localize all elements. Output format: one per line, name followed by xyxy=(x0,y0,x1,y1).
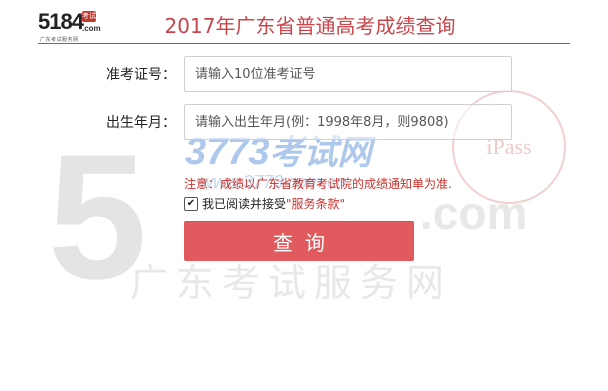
watermark-com: .com xyxy=(420,187,528,239)
site-logo[interactable]: 5184 考试 .com 广东考试服务网 xyxy=(38,10,104,44)
terms-link[interactable]: "服务条款" xyxy=(286,196,345,212)
exam-id-input[interactable] xyxy=(184,56,512,92)
watermark-5184: 5 xyxy=(48,117,147,316)
logo-badge: 考试 xyxy=(82,11,96,22)
page-title: 2017年广东省普通高考成绩查询 xyxy=(164,14,456,38)
agree-text: 我已阅读并接受 xyxy=(202,197,287,211)
birth-input[interactable] xyxy=(184,104,512,140)
query-button[interactable]: 查询 xyxy=(184,221,414,261)
logo-tagline: 广东考试服务网 xyxy=(40,37,79,43)
agree-checkbox[interactable]: ✔ xyxy=(184,197,198,211)
logo-wordmark: 5184 xyxy=(38,9,84,34)
header-divider xyxy=(38,43,570,44)
watermark-site-name: 广东考试服务网 xyxy=(130,263,453,305)
notice-text: 注意：成绩以广东省教育考试院的成绩通知单为准. xyxy=(184,177,452,191)
exam-id-label: 准考证号： xyxy=(106,67,176,83)
checkmark-icon: ✔ xyxy=(186,198,196,209)
agree-terms-row: ✔ 我已阅读并接受 "服务条款" xyxy=(184,196,345,212)
birth-label: 出生年月： xyxy=(106,115,176,131)
logo-domain: .com xyxy=(82,24,101,33)
